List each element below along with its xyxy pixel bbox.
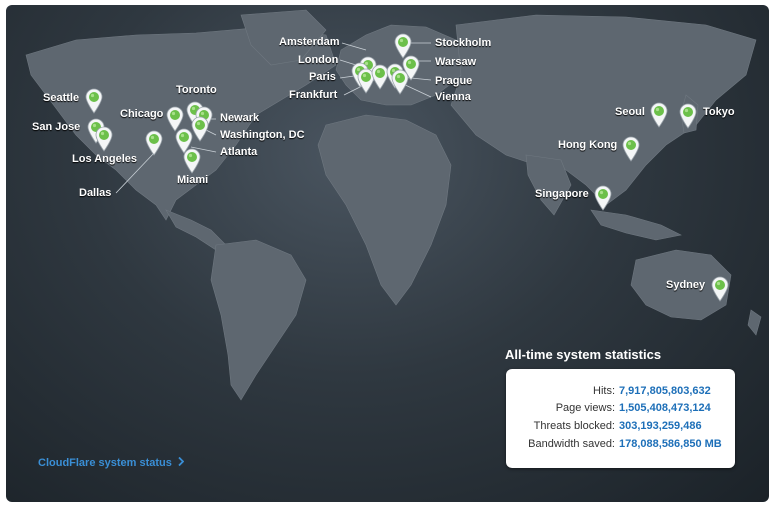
pin-hong-kong[interactable]: [622, 136, 640, 162]
system-status-link[interactable]: CloudFlare system status: [38, 456, 185, 469]
stat-value: 7,917,805,803,632: [619, 385, 711, 397]
pin-seoul[interactable]: [650, 102, 668, 128]
pin-sydney[interactable]: [711, 276, 729, 302]
map-pin-icon: [95, 126, 113, 152]
map-pin-icon: [183, 148, 201, 174]
land-indonesia: [590, 209, 682, 241]
city-label-amsterdam: Amsterdam: [279, 36, 340, 48]
stat-row-page-views: Page views: 1,505,408,473,124: [506, 402, 735, 418]
stat-value: 1,505,408,473,124: [619, 402, 711, 414]
pin-miami[interactable]: [183, 148, 201, 174]
land-africa: [317, 114, 452, 306]
pin-singapore[interactable]: [594, 185, 612, 211]
land-central-america: [165, 209, 227, 251]
city-label-prague: Prague: [435, 75, 473, 87]
city-label-vienna: Vienna: [435, 91, 471, 103]
stat-value: 178,088,586,850 MB: [619, 438, 722, 450]
stat-label: Bandwidth saved:: [528, 438, 615, 450]
pin-los-angeles[interactable]: [95, 126, 113, 152]
stat-label: Threats blocked:: [533, 420, 615, 432]
stat-label: Page views:: [555, 402, 615, 414]
map-pin-icon: [391, 69, 409, 95]
stat-row-bandwidth-saved: Bandwidth saved: 178,088,586,850 MB: [506, 438, 735, 454]
system-status-link-label: CloudFlare system status: [38, 457, 172, 469]
city-label-los-angeles: Los Angeles: [72, 153, 137, 165]
city-label-tokyo: Tokyo: [703, 106, 735, 118]
chevron-right-icon: [178, 456, 185, 469]
map-pin-icon: [679, 103, 697, 129]
city-label-seattle: Seattle: [43, 92, 80, 104]
map-pin-icon: [85, 88, 103, 114]
city-label-stockholm: Stockholm: [435, 37, 492, 49]
pin-seattle[interactable]: [85, 88, 103, 114]
city-label-sydney: Sydney: [666, 279, 706, 291]
city-label-atlanta: Atlanta: [220, 146, 258, 158]
stats-title: All-time system statistics: [505, 347, 662, 362]
city-label-hong-kong: Hong Kong: [558, 139, 618, 151]
map-pin-icon: [650, 102, 668, 128]
map-pin-icon: [711, 276, 729, 302]
stat-row-hits: Hits: 7,917,805,803,632: [506, 385, 735, 401]
world-map-panel: Amsterdam London Paris Frankfurt Stockho…: [6, 5, 769, 502]
map-pin-icon: [145, 130, 163, 156]
city-label-paris: Paris: [309, 71, 336, 83]
pin-tokyo[interactable]: [679, 103, 697, 129]
land-south-america: [210, 239, 307, 401]
city-label-toronto: Toronto: [176, 84, 217, 96]
city-label-dallas: Dallas: [79, 187, 112, 199]
pin-vienna[interactable]: [391, 69, 409, 95]
city-label-warsaw: Warsaw: [435, 56, 477, 68]
stats-box: Hits: 7,917,805,803,632 Page views: 1,50…: [506, 369, 735, 468]
city-label-washington-dc: Washington, DC: [220, 129, 305, 141]
map-pin-icon: [191, 116, 209, 142]
stat-value: 303,193,259,486: [619, 420, 702, 432]
city-label-seoul: Seoul: [615, 106, 645, 118]
map-pin-icon: [622, 136, 640, 162]
pin-dallas[interactable]: [145, 130, 163, 156]
city-label-london: London: [298, 54, 339, 66]
stat-row-threats-blocked: Threats blocked: 303,193,259,486: [506, 420, 735, 436]
pin-washington-dc[interactable]: [191, 116, 209, 142]
land-new-zealand: [747, 309, 762, 336]
city-label-newark: Newark: [220, 112, 260, 124]
city-label-san-jose: San Jose: [32, 121, 81, 133]
map-pin-icon: [594, 185, 612, 211]
city-label-miami: Miami: [177, 174, 209, 186]
city-label-chicago: Chicago: [120, 108, 164, 120]
stat-label: Hits:: [593, 385, 615, 397]
city-label-singapore: Singapore: [535, 188, 589, 200]
city-label-frankfurt: Frankfurt: [289, 89, 338, 101]
